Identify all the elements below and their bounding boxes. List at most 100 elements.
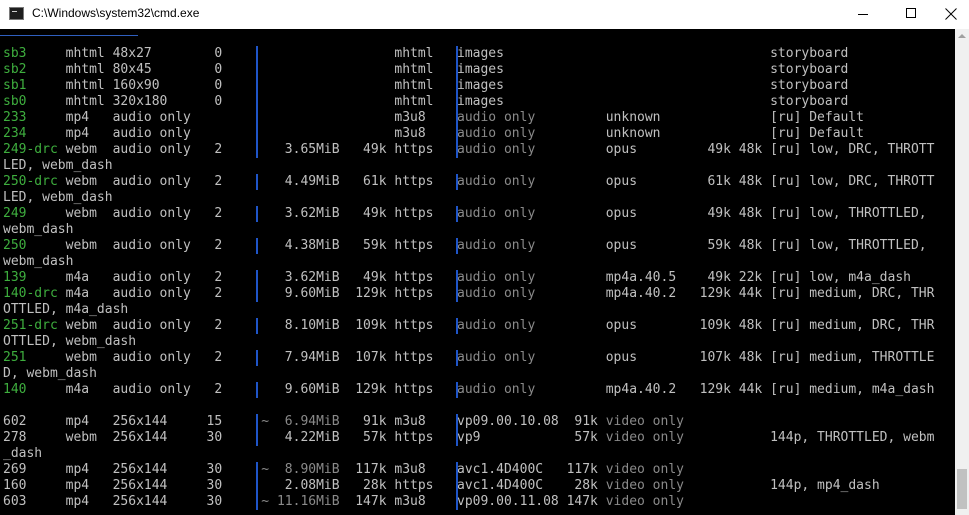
- ext-cell: webm: [65, 142, 113, 157]
- close-icon: [945, 8, 957, 20]
- cmd-icon: [9, 7, 24, 20]
- column-divider: [256, 206, 258, 222]
- acodec-cell: unknown: [605, 126, 692, 141]
- filesize-cell: 8.10MiB: [253, 318, 340, 333]
- column-divider: [256, 382, 258, 398]
- format-id: sb2: [3, 62, 66, 77]
- acodec-cell: video only: [605, 414, 692, 429]
- title-bar[interactable]: C:\Windows\system32\cmd.exe: [0, 0, 969, 29]
- abr-cell: 61k: [691, 174, 731, 189]
- ext-cell: webm: [65, 174, 113, 189]
- column-divider: [256, 270, 258, 286]
- wrapped-text: _dash: [3, 446, 43, 461]
- abr-cell: [692, 110, 731, 125]
- vbr-cell: [567, 318, 598, 333]
- vcodec-cell: vp09.00.10.08: [457, 414, 567, 429]
- resolution-cell: 256x144: [112, 430, 199, 445]
- filesize-cell: 4.22MiB: [253, 430, 340, 445]
- vcodec-cell: audio only: [457, 206, 567, 221]
- resolution-cell: 256x144: [112, 462, 199, 477]
- column-divider: [456, 174, 458, 190]
- column-divider: [256, 110, 258, 126]
- vcodec-cell: vp9: [457, 430, 567, 445]
- column-divider: [456, 126, 458, 142]
- vbr-cell: [567, 350, 598, 365]
- table-row: sb0 mhtml 320x180 0 mhtml images storybo…: [3, 94, 848, 110]
- format-id: 140: [3, 382, 66, 397]
- vbr-cell: 91k: [566, 414, 598, 429]
- format-id: sb1: [3, 78, 66, 93]
- vbr-cell: 117k: [566, 462, 598, 477]
- more-info-cell: [ru] medium, DRC, THR: [770, 318, 935, 333]
- more-info-cell: storyboard: [770, 78, 849, 93]
- resolution-cell: audio only: [112, 174, 199, 189]
- column-divider: [456, 46, 458, 62]
- abr-cell: 59k: [691, 238, 731, 253]
- acodec-cell: mp4a.40.5: [605, 270, 692, 285]
- format-id: sb3: [3, 46, 66, 61]
- vertical-scrollbar[interactable]: [955, 29, 969, 515]
- asr-cell: 48k: [738, 206, 763, 221]
- table-row: sb3 mhtml 48x27 0 mhtml images storyboar…: [3, 46, 848, 62]
- table-row: 603 mp4 256x144 30 ~ 11.16MiB 147k m3u8 …: [3, 494, 770, 510]
- tbr-cell: 91k: [339, 414, 387, 429]
- asr-cell: [739, 414, 762, 429]
- window-title: C:\Windows\system32\cmd.exe: [32, 6, 200, 20]
- ext-cell: m4a: [65, 286, 113, 301]
- fps-cell: 2: [198, 174, 223, 189]
- filesize-cell: 4.38MiB: [253, 238, 340, 253]
- table-row: 233 mp4 audio only m3u8 audio only unkno…: [3, 110, 864, 126]
- abr-cell: 49k: [691, 142, 731, 157]
- scroll-up-arrow-icon[interactable]: [955, 29, 969, 43]
- tbr-cell: [340, 78, 387, 93]
- protocol-cell: https: [394, 270, 450, 285]
- more-info-cell: [ru] medium, m4a_dash: [770, 382, 935, 397]
- asr-cell: 48k: [738, 238, 763, 253]
- ext-cell: mp4: [65, 126, 113, 141]
- selection-underline: [0, 35, 138, 36]
- ext-cell: mhtml: [65, 78, 113, 93]
- ext-cell: mp4: [65, 414, 113, 429]
- more-info-cell: [ru] low, THROTTLED,: [770, 238, 927, 253]
- column-divider: [456, 478, 458, 494]
- wrapped-text: webm_dash: [3, 254, 74, 269]
- maximize-button[interactable]: [886, 0, 932, 29]
- protocol-cell: https: [394, 318, 450, 333]
- format-id: 249: [3, 206, 66, 221]
- filesize-cell: 3.62MiB: [253, 270, 340, 285]
- tbr-cell: 109k: [339, 318, 387, 333]
- vcodec-cell: avc1.4D400C: [457, 478, 567, 493]
- fps-cell: 0: [198, 46, 223, 61]
- resolution-cell: audio only: [112, 318, 199, 333]
- abr-cell: 129k: [691, 382, 731, 397]
- fps-cell: [199, 110, 222, 125]
- fps-cell: 0: [198, 94, 223, 109]
- asr-cell: [739, 126, 762, 141]
- tbr-cell: 57k: [339, 430, 387, 445]
- tbr-cell: [340, 94, 387, 109]
- minimize-button[interactable]: [830, 0, 876, 29]
- column-divider: [256, 174, 258, 190]
- close-button[interactable]: [932, 0, 969, 29]
- console-window: C:\Windows\system32\cmd.exe sb3 mhtml 48…: [0, 0, 969, 515]
- asr-cell: 48k: [738, 174, 763, 189]
- resolution-cell: audio only: [112, 142, 199, 157]
- fps-cell: 2: [198, 382, 223, 397]
- wrapped-text: LED, webm_dash: [3, 190, 113, 205]
- ext-cell: m4a: [65, 382, 113, 397]
- more-info-cell: 144p, mp4_dash: [770, 478, 880, 493]
- resolution-cell: audio only: [112, 110, 199, 125]
- abr-cell: 129k: [691, 286, 731, 301]
- protocol-cell: https: [394, 206, 450, 221]
- format-id: sb0: [3, 94, 66, 109]
- filesize-cell: ~ 11.16MiB: [253, 494, 340, 509]
- filesize-cell: 3.62MiB: [253, 206, 340, 221]
- scroll-thumb[interactable]: [957, 469, 967, 509]
- console-output[interactable]: sb3 mhtml 48x27 0 mhtml images storyboar…: [0, 29, 955, 515]
- tbr-cell: 49k: [339, 206, 387, 221]
- vcodec-cell: audio only: [457, 350, 567, 365]
- format-id: 278: [3, 430, 66, 445]
- column-divider: [256, 494, 258, 510]
- fps-cell: 15: [198, 414, 223, 429]
- filesize-cell: 7.94MiB: [253, 350, 340, 365]
